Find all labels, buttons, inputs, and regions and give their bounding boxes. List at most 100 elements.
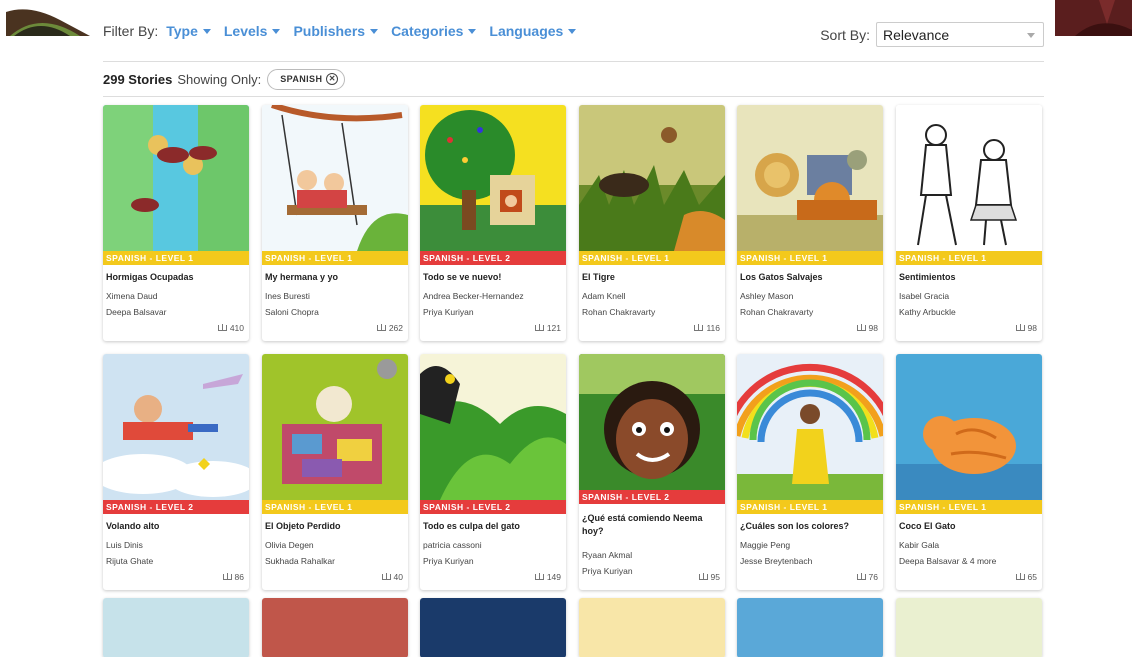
story-title[interactable]: El Tigre: [582, 271, 722, 284]
filter-languages[interactable]: Languages: [489, 23, 577, 39]
filter-type[interactable]: Type: [166, 23, 211, 39]
story-illustrator[interactable]: Kathy Arbuckle: [899, 307, 1039, 318]
story-cover-image[interactable]: [420, 354, 566, 500]
story-cover-image[interactable]: [579, 598, 725, 657]
story-cover-image[interactable]: [103, 105, 249, 251]
story-illustrator[interactable]: Priya Kuriyan: [423, 556, 563, 567]
story-illustrator[interactable]: Deepa Balsavar & 4 more: [899, 556, 1039, 567]
sort-select[interactable]: Relevance: [876, 22, 1044, 47]
story-read-count: 95: [698, 572, 720, 582]
story-title[interactable]: Hormigas Ocupadas: [106, 271, 246, 284]
story-card[interactable]: SPANISH - LEVEL 1 Hormigas Ocupadas Ximena…: [103, 105, 249, 341]
book-icon: [856, 573, 866, 580]
story-author[interactable]: Ryaan Akmal: [582, 550, 722, 561]
story-illustrator[interactable]: Rijuta Ghate: [106, 556, 246, 567]
story-title[interactable]: ¿Qué está comiendo Neema hoy?: [582, 512, 722, 538]
story-level-badge: SPANISH - LEVEL 2: [579, 490, 725, 504]
story-illustrator[interactable]: Sukhada Rahalkar: [265, 556, 405, 567]
story-title[interactable]: Los Gatos Salvajes: [740, 271, 880, 284]
story-cover-image[interactable]: [103, 598, 249, 657]
story-card[interactable]: SPANISH - LEVEL 1 My hermana y yo Ines Bur…: [262, 105, 408, 341]
story-card[interactable]: SPANISH - LEVEL 1 El Tigre Adam Knell Rohan…: [579, 105, 725, 341]
read-count-value: 262: [388, 323, 403, 333]
story-author[interactable]: Adam Knell: [582, 291, 722, 302]
story-cover-image[interactable]: [262, 598, 408, 657]
story-illustrator[interactable]: Deepa Balsavar: [106, 307, 246, 318]
story-title[interactable]: Sentimientos: [899, 271, 1039, 284]
book-icon: [222, 573, 232, 580]
story-author[interactable]: patricia cassoni: [423, 540, 563, 551]
language-filter-chip[interactable]: SPANISH ✕: [267, 68, 346, 90]
story-level-badge: SPANISH - LEVEL 1: [896, 251, 1042, 265]
close-icon[interactable]: ✕: [326, 73, 339, 85]
story-card[interactable]: [420, 598, 566, 657]
story-cover-image[interactable]: [262, 354, 408, 500]
story-card[interactable]: [579, 598, 725, 657]
story-cover-image[interactable]: [896, 105, 1042, 251]
sort-by-label: Sort By:: [820, 26, 870, 43]
story-illustrator[interactable]: Saloni Chopra: [265, 307, 405, 318]
story-author[interactable]: Ximena Daud: [106, 291, 246, 302]
story-card[interactable]: [896, 598, 1042, 657]
story-title[interactable]: Todo se ve nuevo!: [423, 271, 563, 284]
story-author[interactable]: Andrea Becker-Hernandez: [423, 291, 563, 302]
story-card[interactable]: [103, 598, 249, 657]
story-card[interactable]: SPANISH - LEVEL 1 Coco El Gato Kabir Gala D…: [896, 354, 1042, 590]
showing-only-label: Showing Only:: [177, 71, 262, 87]
story-level-badge: SPANISH - LEVEL 1: [103, 251, 249, 265]
story-cover-image[interactable]: [579, 354, 725, 490]
read-count-value: 98: [868, 323, 878, 333]
story-illustrator[interactable]: Rohan Chakravarty: [740, 307, 880, 318]
story-author[interactable]: Luis Dinis: [106, 540, 246, 551]
story-title[interactable]: Volando alto: [106, 520, 246, 533]
read-count-value: 410: [229, 323, 244, 333]
story-card[interactable]: SPANISH - LEVEL 1 Sentimientos Isabel Grac…: [896, 105, 1042, 341]
story-level-badge: SPANISH - LEVEL 2: [103, 500, 249, 514]
story-title[interactable]: My hermana y yo: [265, 271, 405, 284]
story-cover-image[interactable]: [420, 598, 566, 657]
story-cover-image[interactable]: [103, 354, 249, 500]
story-read-count: 76: [856, 572, 878, 582]
story-cover-image[interactable]: [737, 354, 883, 500]
filter-categories[interactable]: Categories: [391, 23, 477, 39]
filter-publishers[interactable]: Publishers: [293, 23, 379, 39]
sort-select-value: Relevance: [883, 26, 950, 43]
story-card[interactable]: SPANISH - LEVEL 1 Los Gatos Salvajes Ashle…: [737, 105, 883, 341]
story-card[interactable]: SPANISH - LEVEL 2 ¿Qué está comiendo Neem…: [579, 354, 725, 590]
story-read-count: 149: [534, 572, 561, 582]
book-icon: [534, 573, 544, 580]
book-icon: [1015, 573, 1025, 580]
story-cover-image[interactable]: [262, 105, 408, 251]
story-cover-image[interactable]: [737, 105, 883, 251]
story-cover-image[interactable]: [579, 105, 725, 251]
story-cover-image[interactable]: [896, 354, 1042, 500]
story-title[interactable]: Coco El Gato: [899, 520, 1039, 533]
story-card[interactable]: SPANISH - LEVEL 1 ¿Cuáles son los colores…: [737, 354, 883, 590]
story-illustrator[interactable]: Jesse Breytenbach: [740, 556, 880, 567]
story-author[interactable]: Ashley Mason: [740, 291, 880, 302]
book-icon: [694, 324, 704, 331]
story-cover-image[interactable]: [896, 598, 1042, 657]
story-title[interactable]: El Objeto Perdido: [265, 520, 405, 533]
chevron-down-icon: [1027, 33, 1035, 38]
story-card[interactable]: SPANISH - LEVEL 1 El Objeto Perdido Olivia…: [262, 354, 408, 590]
story-cover-image[interactable]: [420, 105, 566, 251]
story-cover-image[interactable]: [737, 598, 883, 657]
story-author[interactable]: Olivia Degen: [265, 540, 405, 551]
story-card[interactable]: SPANISH - LEVEL 2 Todo se ve nuevo! Andrea…: [420, 105, 566, 341]
story-illustrator[interactable]: Rohan Chakravarty: [582, 307, 722, 318]
story-card[interactable]: [262, 598, 408, 657]
story-illustrator[interactable]: Priya Kuriyan: [423, 307, 563, 318]
story-card[interactable]: SPANISH - LEVEL 2 Volando alto Luis Dinis R…: [103, 354, 249, 590]
story-author[interactable]: Kabir Gala: [899, 540, 1039, 551]
filter-levels[interactable]: Levels: [224, 23, 281, 39]
story-author[interactable]: Maggie Peng: [740, 540, 880, 551]
story-card[interactable]: [737, 598, 883, 657]
story-author[interactable]: Ines Buresti: [265, 291, 405, 302]
story-card[interactable]: SPANISH - LEVEL 2 Todo es culpa del gato p…: [420, 354, 566, 590]
story-title[interactable]: ¿Cuáles son los colores?: [740, 520, 880, 533]
story-title[interactable]: Todo es culpa del gato: [423, 520, 563, 533]
story-author[interactable]: Isabel Gracia: [899, 291, 1039, 302]
story-listing-page: Filter By: Type Levels Publishers Catego…: [0, 0, 1132, 657]
story-level-badge: SPANISH - LEVEL 1: [737, 500, 883, 514]
